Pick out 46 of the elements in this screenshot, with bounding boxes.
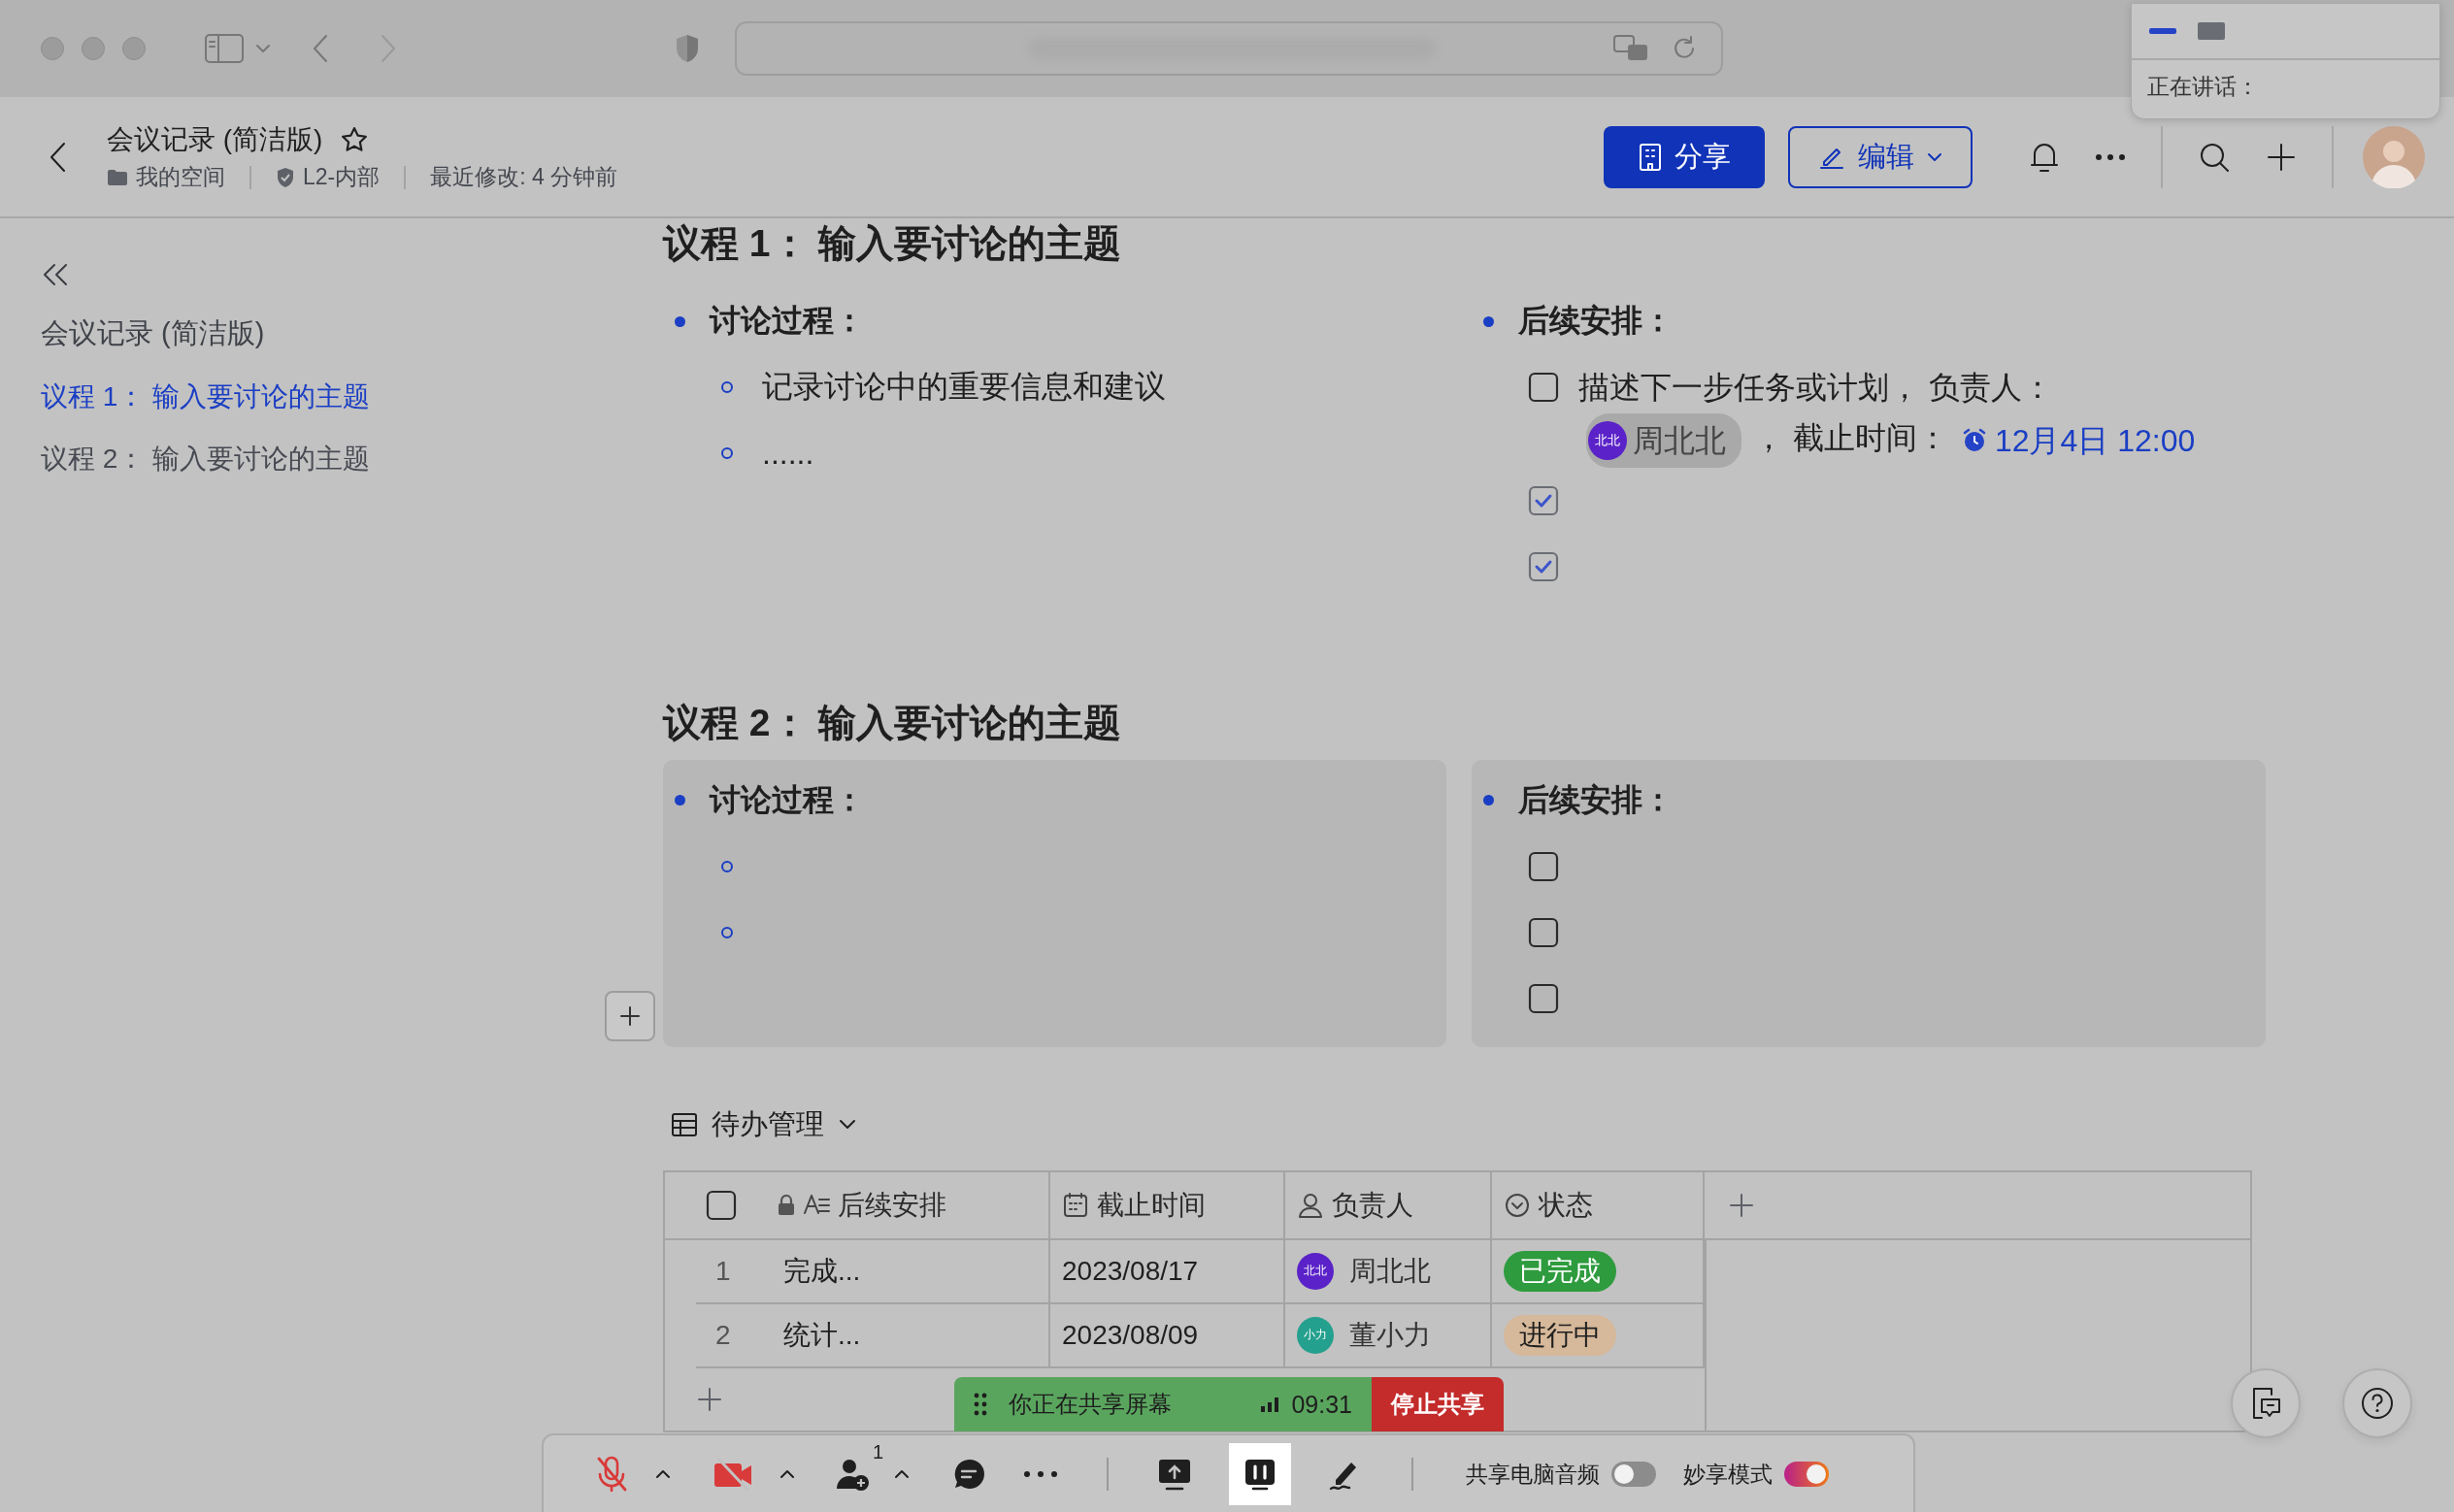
section-heading: 议程 2： 输入要讨论的主题: [663, 700, 1123, 745]
document-title: 会议记录 (简洁版): [107, 123, 323, 156]
status-tag: 进行中: [1504, 1314, 1616, 1356]
breadcrumb-text: 我的空间: [136, 163, 225, 191]
row-number: 2: [715, 1319, 732, 1351]
person-mention[interactable]: 北北 周北北: [1586, 412, 1741, 468]
column-header[interactable]: 截止时间: [1097, 1186, 1206, 1224]
row-number: 1: [715, 1255, 732, 1287]
table-cell-text: 统计...: [783, 1318, 861, 1352]
participant-count: 1: [872, 1441, 883, 1463]
breadcrumb-text: L2-内部: [303, 163, 381, 191]
table-cell-text: 董小力: [1349, 1318, 1431, 1352]
column-header[interactable]: 负责人: [1332, 1186, 1413, 1224]
outline-item[interactable]: 议程 2： 输入要讨论的主题: [41, 441, 641, 477]
status-tag: 已完成: [1504, 1250, 1616, 1292]
list-item-text: ......: [762, 435, 814, 472]
toggle-label: 共享电脑音频: [1466, 1460, 1600, 1489]
outline-item[interactable]: 议程 1： 输入要讨论的主题: [41, 378, 641, 415]
outline-title[interactable]: 会议记录 (简洁版): [41, 314, 641, 353]
speaking-label: 正在讲话：: [2146, 73, 2260, 101]
stop-sharing-button[interactable]: 停止共享: [1372, 1377, 1504, 1431]
list-label: 后续安排：: [1518, 302, 1674, 340]
table-cell: 2023/08/09: [1050, 1303, 1285, 1366]
task-text: ， 截止时间：: [1753, 420, 1948, 455]
sharing-status: 你正在共享屏幕: [1009, 1390, 1172, 1419]
column-header[interactable]: 状态: [1539, 1186, 1593, 1224]
breadcrumb-text: 最近修改: 4 分钟前: [430, 163, 618, 191]
list-label: 后续安排：: [1518, 780, 1674, 819]
avatar: 小力: [1297, 1316, 1334, 1354]
column-header[interactable]: 后续安排: [838, 1186, 946, 1224]
list-item-text: 记录讨论中的重要信息和建议: [762, 368, 1166, 406]
avatar: 北北: [1297, 1252, 1334, 1290]
table-cell: 2023/08/17: [1050, 1239, 1285, 1302]
toggle-label: 妙享模式: [1683, 1460, 1773, 1489]
list-label: 讨论过程：: [710, 302, 865, 340]
section-heading: 议程 1： 输入要讨论的主题: [663, 221, 1123, 266]
edit-button[interactable]: 编辑: [1788, 125, 1973, 188]
share-button[interactable]: 分享: [1604, 125, 1765, 188]
elapsed-time: 09:31: [1291, 1390, 1352, 1419]
task-text: 描述下一步任务或计划， 负责人：: [1578, 370, 2053, 405]
table-cell-text: 周北北: [1349, 1254, 1431, 1288]
list-label: 讨论过程：: [710, 780, 865, 819]
view-selector[interactable]: 待办管理: [671, 1100, 2252, 1149]
table-cell-text: 完成...: [783, 1254, 861, 1288]
due-date-link[interactable]: 12月4日 12:00: [1961, 414, 2196, 466]
avatar: 北北: [1588, 420, 1627, 460]
